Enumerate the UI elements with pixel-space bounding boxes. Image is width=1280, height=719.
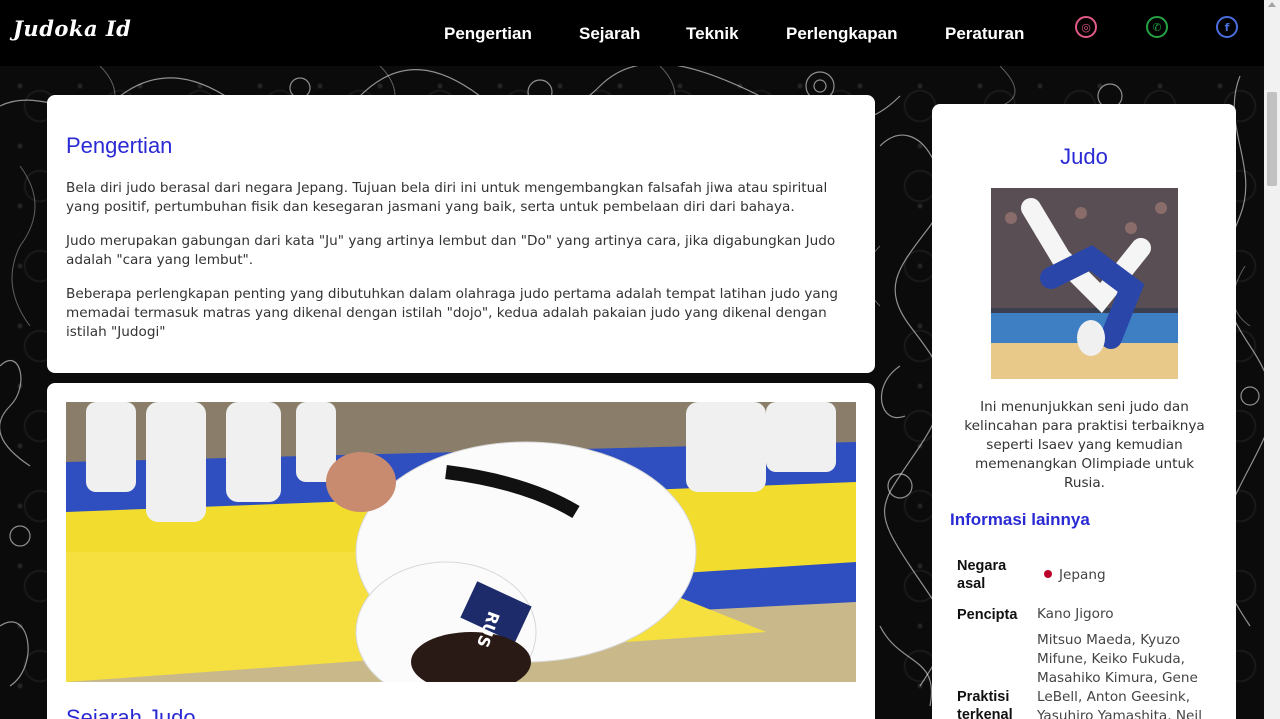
pengertian-title: Pengertian (66, 133, 173, 158)
info-value-pencipta: Kano Jigoro (1037, 606, 1114, 622)
sejarah-card: RUS Sejarah Judo (47, 383, 875, 719)
instagram-icon[interactable]: ◎ (1075, 16, 1097, 38)
pengertian-paragraph-3: Beberapa perlengkapan penting yang dibut… (66, 286, 838, 340)
nav-item-peraturan[interactable]: Peraturan (945, 24, 1024, 44)
sidebar-title: Judo (1060, 144, 1108, 169)
sejarah-title: Sejarah Judo (66, 705, 196, 719)
nav-item-pengertian[interactable]: Pengertian (444, 24, 532, 44)
nav-item-sejarah[interactable]: Sejarah (579, 24, 640, 44)
info-value-praktisi: Mitsuo Maeda, Kyuzo Mifune, Keiko Fukuda… (1037, 632, 1202, 719)
negara-asal-text: Jepang (1059, 567, 1106, 583)
nav-item-teknik[interactable]: Teknik (686, 24, 739, 44)
whatsapp-icon[interactable]: ✆ (1146, 16, 1168, 38)
info-value-negara-asal: Jepang (1037, 566, 1106, 585)
sidebar-caption: Ini menunjukkan seni judo dan kelincahan… (964, 399, 1205, 491)
judo-throw-photo (991, 188, 1178, 379)
nav-item-perlengkapan[interactable]: Perlengkapan (786, 24, 898, 44)
pengertian-paragraph-2: Judo merupakan gabungan dari kata "Ju" y… (66, 233, 836, 268)
top-navbar: Judoka Id Pengertian Sejarah Teknik Perl… (0, 0, 1264, 66)
scroll-up-arrow-icon[interactable] (1268, 2, 1276, 7)
site-logo[interactable]: Judoka Id (13, 16, 131, 41)
facebook-icon[interactable]: f (1216, 16, 1238, 38)
info-label-praktisi: Praktisi terkenal (957, 689, 1013, 719)
pengertian-card: Pengertian Bela diri judo berasal dari n… (47, 95, 875, 373)
judo-training-photo: RUS (66, 402, 856, 682)
page-scrollbar[interactable] (1264, 0, 1280, 719)
info-label-negara-asal: Negara asal (957, 558, 1007, 592)
scroll-thumb[interactable] (1267, 92, 1277, 186)
info-title: Informasi lainnya (950, 510, 1090, 529)
pengertian-paragraph-1: Bela diri judo berasal dari negara Jepan… (66, 180, 828, 215)
info-label-pencipta: Pencipta (957, 607, 1018, 623)
japan-flag-dot (1044, 570, 1052, 578)
sidebar-info-card: Judo Ini menunjukkan seni judo dan kelin… (932, 104, 1236, 719)
